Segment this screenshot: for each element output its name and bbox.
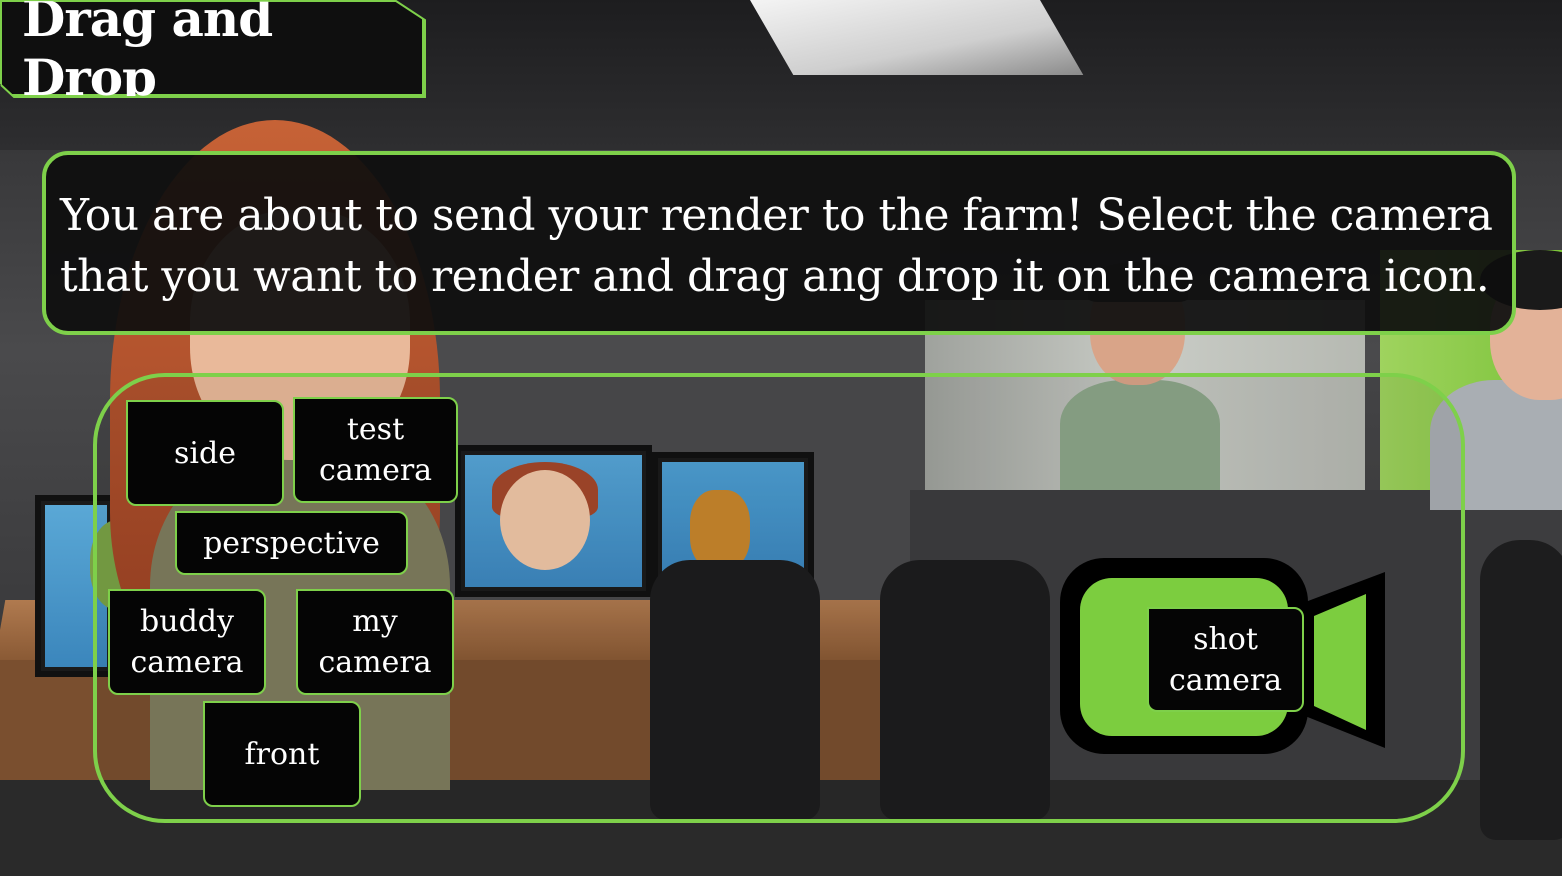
camera-lens <box>1300 572 1385 748</box>
page-title-box: Drag and Drop <box>0 0 424 96</box>
camera-tile-my-camera[interactable]: my camera <box>296 589 454 695</box>
office-chair <box>1480 540 1562 840</box>
ceiling-light <box>750 0 1084 75</box>
instructions-panel: You are about to send your render to the… <box>42 151 1516 335</box>
instructions-text: You are about to send your render to the… <box>60 190 1493 302</box>
camera-tile-buddy-camera[interactable]: buddy camera <box>108 589 266 695</box>
camera-tile-test-camera[interactable]: test camera <box>293 397 458 503</box>
page-title: Drag and Drop <box>22 0 273 107</box>
camera-tile-front[interactable]: front <box>203 701 361 807</box>
camera-tile-side[interactable]: side <box>126 400 284 506</box>
camera-tile-shot-camera[interactable]: shot camera <box>1147 607 1304 712</box>
camera-tile-perspective[interactable]: perspective <box>175 511 408 575</box>
